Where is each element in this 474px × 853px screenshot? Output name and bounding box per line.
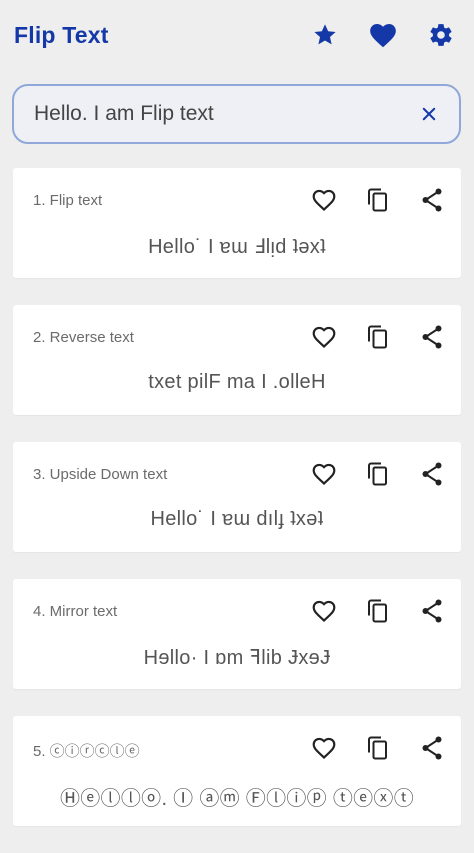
card-actions bbox=[305, 456, 451, 492]
card-label: 4. Mirror text bbox=[33, 603, 118, 620]
card-output: Hello˙ I ɐɯ Ⅎlᴉd ʇǝxʇ bbox=[148, 236, 326, 258]
app-title: Flip Text bbox=[14, 21, 109, 48]
search-box bbox=[12, 84, 461, 144]
result-list: 1. Flip text Hello˙ I ɐɯ Ⅎlᴉd ʇǝxʇ 2. Re… bbox=[13, 168, 461, 853]
gear-icon[interactable] bbox=[424, 18, 458, 52]
copy-icon[interactable] bbox=[359, 593, 397, 629]
copy-icon[interactable] bbox=[359, 730, 397, 766]
result-card: 4. Mirror text Hɘllo· I ɒm ꟻlib ɈxɘɈ bbox=[13, 579, 461, 689]
result-card: 3. Upside Down text Hello˙ I ɐɯ dılɟ ʇxǝ… bbox=[13, 442, 461, 552]
card-label: 1. Flip text bbox=[33, 192, 103, 209]
card-label: 3. Upside Down text bbox=[33, 466, 168, 483]
card-actions bbox=[305, 182, 451, 218]
heart-outline-icon[interactable] bbox=[305, 730, 343, 766]
heart-outline-icon[interactable] bbox=[305, 593, 343, 629]
heart-outline-icon[interactable] bbox=[305, 456, 343, 492]
heart-outline-icon[interactable] bbox=[305, 319, 343, 355]
card-output: txet pilF ma I .olleH bbox=[148, 371, 326, 393]
app-actions bbox=[308, 18, 458, 52]
card-actions bbox=[305, 730, 451, 766]
share-icon[interactable] bbox=[413, 182, 451, 218]
card-output: Hello˙ I ɐɯ dılɟ ʇxǝʇ bbox=[150, 508, 324, 530]
heart-outline-icon[interactable] bbox=[305, 182, 343, 218]
share-icon[interactable] bbox=[413, 319, 451, 355]
star-icon[interactable] bbox=[308, 18, 342, 52]
card-label: 2. Reverse text bbox=[33, 329, 134, 346]
app-bar: Flip Text bbox=[0, 0, 474, 70]
close-icon[interactable] bbox=[415, 100, 443, 128]
card-output: Hɘllo· I ɒm ꟻlib ɈxɘɈ bbox=[143, 647, 331, 669]
copy-icon[interactable] bbox=[359, 182, 397, 218]
copy-icon[interactable] bbox=[359, 319, 397, 355]
heart-icon[interactable] bbox=[366, 18, 400, 52]
copy-icon[interactable] bbox=[359, 456, 397, 492]
share-icon[interactable] bbox=[413, 593, 451, 629]
card-actions bbox=[305, 319, 451, 355]
share-icon[interactable] bbox=[413, 456, 451, 492]
result-card: 2. Reverse text txet pilF ma I .olleH bbox=[13, 305, 461, 415]
card-label: 5. ⓒⓘⓡⓒⓛⓔ bbox=[33, 743, 140, 760]
card-output: Ⓗⓔⓛⓛⓞ. Ⓘ ⓐⓜ Ⓕⓛⓘⓟ ⓣⓔⓧⓣ bbox=[59, 788, 415, 810]
search-input[interactable] bbox=[34, 102, 415, 126]
share-icon[interactable] bbox=[413, 730, 451, 766]
card-actions bbox=[305, 593, 451, 629]
result-card: 5. ⓒⓘⓡⓒⓛⓔ Ⓗⓔⓛⓛⓞ. Ⓘ ⓐⓜ Ⓕⓛⓘⓟ ⓣⓔⓧⓣ bbox=[13, 716, 461, 826]
result-card: 1. Flip text Hello˙ I ɐɯ Ⅎlᴉd ʇǝxʇ bbox=[13, 168, 461, 278]
